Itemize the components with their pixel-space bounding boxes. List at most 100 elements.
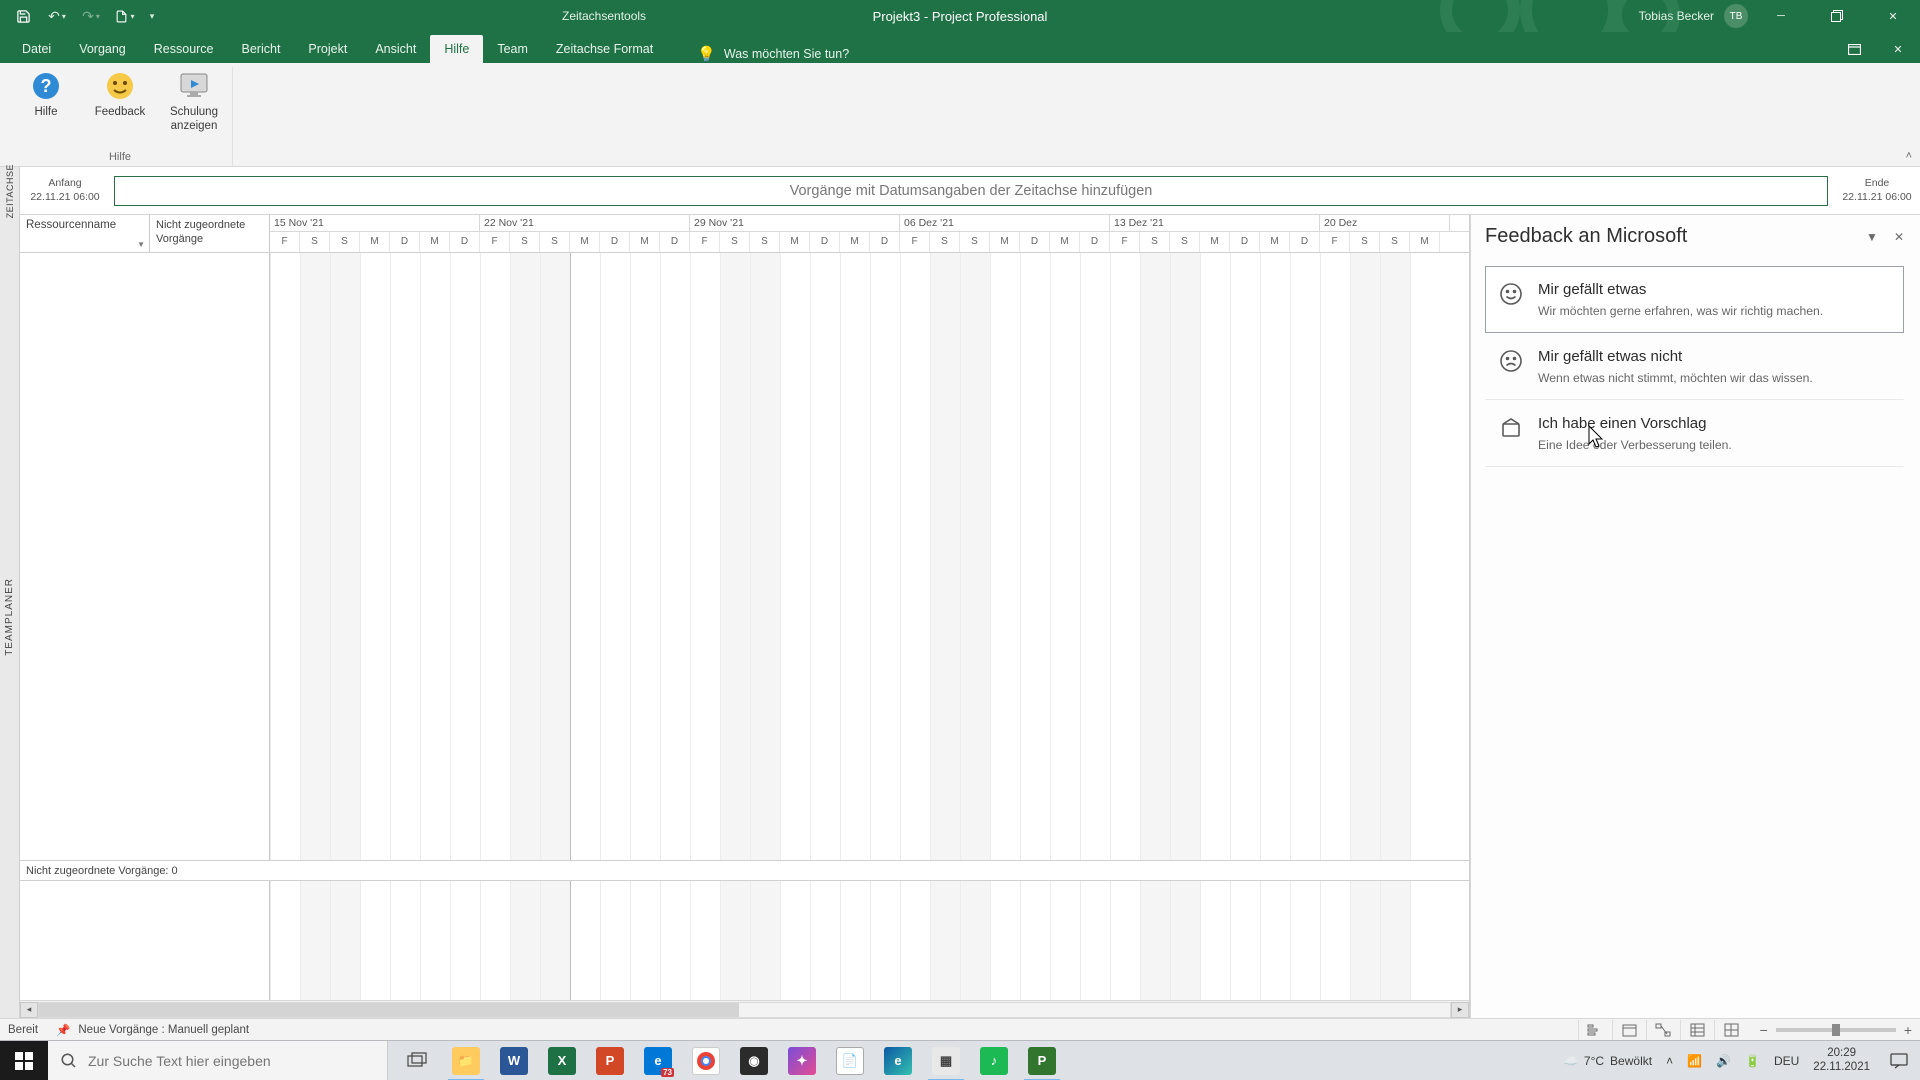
minimize-button[interactable]: ─	[1758, 0, 1804, 32]
day-header: D	[870, 232, 900, 252]
tray-time: 20:29	[1813, 1047, 1870, 1061]
document-title: Projekt3 - Project Professional	[873, 9, 1048, 24]
tray-volume-icon[interactable]: 🔊	[1716, 1054, 1731, 1068]
collapse-ribbon-icon[interactable]: ˄	[1906, 150, 1912, 162]
tab-hilfe[interactable]: Hilfe	[430, 35, 483, 63]
tab-ansicht[interactable]: Ansicht	[361, 35, 430, 63]
horizontal-scrollbar[interactable]: ◂ ▸	[20, 1000, 1469, 1018]
pane-close-icon[interactable]: ✕	[1894, 230, 1904, 244]
taskbar-spotify[interactable]: ♪	[970, 1041, 1018, 1080]
help-button[interactable]: ? Hilfe	[16, 69, 76, 134]
taskbar-explorer[interactable]: 📁	[442, 1041, 490, 1080]
zoom-in-icon[interactable]: +	[1904, 1022, 1912, 1038]
smile-icon	[1498, 281, 1524, 307]
tab-datei[interactable]: Datei	[8, 35, 65, 63]
day-header: M	[1260, 232, 1290, 252]
tray-chevron-icon[interactable]: ˄	[1666, 1054, 1673, 1068]
view-network-icon[interactable]	[1646, 1020, 1680, 1040]
pane-options-icon[interactable]: ▼	[1866, 230, 1878, 244]
pin-icon[interactable]: 📌	[56, 1023, 70, 1037]
tray-battery-icon[interactable]: 🔋	[1745, 1054, 1760, 1068]
view-gantt-icon[interactable]	[1578, 1020, 1612, 1040]
taskbar-search[interactable]	[48, 1041, 388, 1080]
planner-body[interactable]	[20, 253, 1469, 860]
tell-me-search[interactable]: 💡 Was möchten Sie tun?	[697, 45, 849, 63]
start-button[interactable]	[0, 1041, 48, 1080]
day-header: M	[1200, 232, 1230, 252]
week-header: 15 Nov '21	[270, 215, 480, 231]
avatar[interactable]: TB	[1724, 4, 1748, 28]
timeline-vtab[interactable]: ZEITACHSE	[0, 167, 20, 215]
view-calendar-icon[interactable]	[1612, 1020, 1646, 1040]
day-header: S	[750, 232, 780, 252]
tab-vorgang[interactable]: Vorgang	[65, 35, 140, 63]
undo-icon[interactable]: ↶ ▾	[40, 0, 74, 32]
taskbar-excel[interactable]: X	[538, 1041, 586, 1080]
feedback-pane-title: Feedback an Microsoft	[1485, 225, 1687, 248]
ribbon-tabs: Datei Vorgang Ressource Bericht Projekt …	[0, 32, 1920, 63]
timeline-vtab-label: ZEITACHSE	[5, 164, 15, 218]
taskbar-powerpoint[interactable]: P	[586, 1041, 634, 1080]
feedback-icon	[103, 69, 137, 103]
taskbar-project[interactable]: P	[1018, 1041, 1066, 1080]
taskbar-chrome[interactable]	[682, 1041, 730, 1080]
planner-bottom[interactable]	[20, 880, 1469, 1000]
view-report-icon[interactable]	[1714, 1020, 1748, 1040]
close-inner-button[interactable]: ✕	[1876, 35, 1920, 63]
timeline-box[interactable]: Vorgänge mit Datumsangaben der Zeitachse…	[114, 176, 1828, 206]
zoom-slider[interactable]: − +	[1760, 1022, 1912, 1038]
ribbon-display-button[interactable]	[1832, 35, 1876, 63]
scroll-right-icon[interactable]: ▸	[1451, 1002, 1469, 1018]
column-unassigned[interactable]: Nicht zugeordnete Vorgänge	[150, 215, 270, 252]
view-resource-icon[interactable]	[1680, 1020, 1714, 1040]
restore-button[interactable]	[1814, 0, 1860, 32]
save-icon[interactable]	[6, 0, 40, 32]
tray-lang[interactable]: DEU	[1774, 1054, 1799, 1068]
zoom-out-icon[interactable]: −	[1760, 1022, 1768, 1038]
timeline-end-date: 22.11.21 06:00	[1842, 191, 1911, 205]
qat-customize-icon[interactable]: ▾	[142, 0, 162, 32]
weather-widget[interactable]: ☁️ 7°C Bewölkt	[1563, 1054, 1652, 1068]
taskbar-edge[interactable]: e	[874, 1041, 922, 1080]
feedback-suggestion-desc: Eine Idee oder Verbesserung teilen.	[1538, 438, 1732, 452]
scroll-left-icon[interactable]: ◂	[20, 1002, 38, 1018]
notification-icon[interactable]	[1884, 1041, 1914, 1080]
feedback-suggestion-title: Ich habe einen Vorschlag	[1538, 415, 1732, 432]
timeline-strip: ZEITACHSE Anfang 22.11.21 06:00 Vorgänge…	[0, 167, 1920, 215]
teamplanner-vtab[interactable]: TEAMPLANER	[0, 215, 20, 1018]
lightbulb-icon: 💡	[697, 45, 716, 63]
tab-projekt[interactable]: Projekt	[294, 35, 361, 63]
feedback-card-suggestion[interactable]: Ich habe einen Vorschlag Eine Idee oder …	[1485, 400, 1904, 467]
feedback-card-dislike[interactable]: Mir gefällt etwas nicht Wenn etwas nicht…	[1485, 333, 1904, 400]
taskbar-notepad[interactable]: 📄	[826, 1041, 874, 1080]
tab-team[interactable]: Team	[483, 35, 542, 63]
status-new-tasks[interactable]: Neue Vorgänge : Manuell geplant	[78, 1024, 249, 1036]
tab-zeitachse-format[interactable]: Zeitachse Format	[542, 35, 667, 63]
search-input[interactable]	[88, 1053, 375, 1069]
tab-ressource[interactable]: Ressource	[140, 35, 228, 63]
feedback-button[interactable]: Feedback	[90, 69, 150, 134]
taskbar-obs[interactable]: ◉	[730, 1041, 778, 1080]
tell-me-label: Was möchten Sie tun?	[724, 47, 849, 61]
tray-network-icon[interactable]: 📶	[1687, 1054, 1702, 1068]
taskbar-edge-old[interactable]: e73	[634, 1041, 682, 1080]
taskbar-word[interactable]: W	[490, 1041, 538, 1080]
weather-icon: ☁️	[1563, 1054, 1578, 1068]
training-button[interactable]: Schulung anzeigen	[164, 69, 224, 134]
dropdown-icon[interactable]: ▼	[137, 240, 145, 249]
scroll-thumb[interactable]	[39, 1003, 739, 1017]
feedback-like-title: Mir gefällt etwas	[1538, 281, 1823, 298]
document-icon[interactable]: ▾	[108, 0, 142, 32]
task-view-icon[interactable]	[394, 1041, 442, 1080]
taskbar-app1[interactable]: ✦	[778, 1041, 826, 1080]
tray-clock[interactable]: 20:29 22.11.2021	[1813, 1047, 1870, 1075]
feedback-card-like[interactable]: Mir gefällt etwas Wir möchten gerne erfa…	[1485, 266, 1904, 333]
team-planner: Ressourcenname ▼ Nicht zugeordnete Vorgä…	[20, 215, 1470, 1018]
column-resource-name[interactable]: Ressourcenname ▼	[20, 215, 150, 252]
close-button[interactable]: ✕	[1870, 0, 1916, 32]
taskbar-app2[interactable]: ▦	[922, 1041, 970, 1080]
day-header: S	[930, 232, 960, 252]
scroll-track[interactable]	[38, 1002, 1451, 1018]
redo-icon[interactable]: ↷ ▾	[74, 0, 108, 32]
tab-bericht[interactable]: Bericht	[228, 35, 295, 63]
